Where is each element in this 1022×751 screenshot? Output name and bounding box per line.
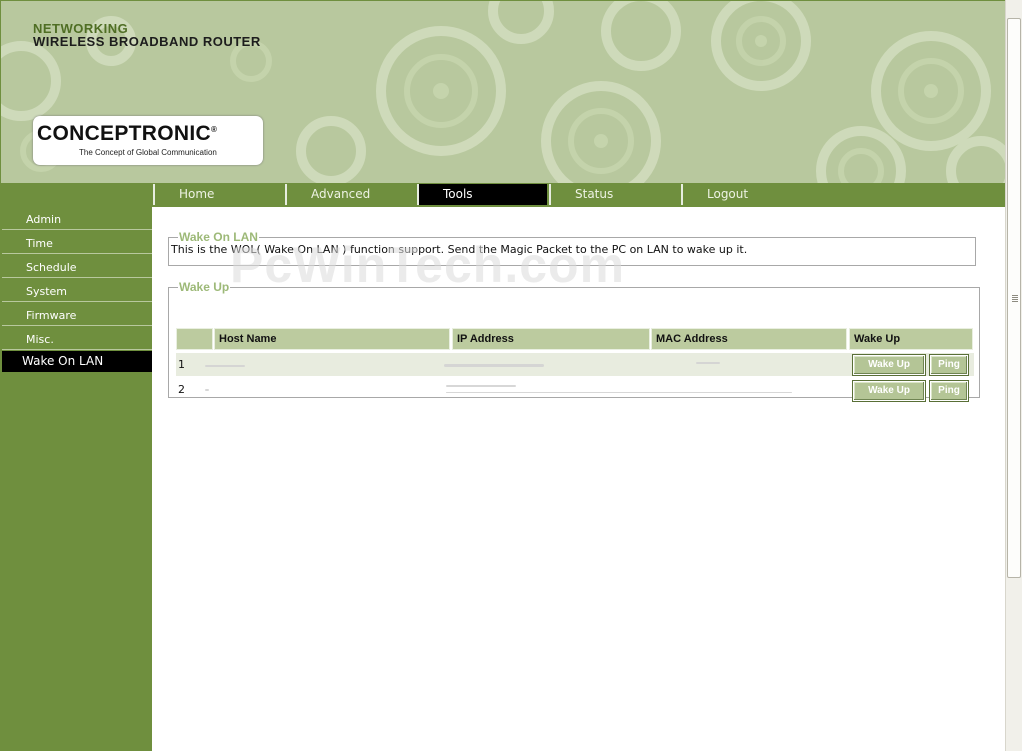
row-index: 2 [178,383,185,396]
vertical-scrollbar[interactable] [1005,0,1022,751]
column-header-index [176,328,213,350]
conceptronic-logo: CONCEPTRONIC® The Concept of Global Comm… [33,116,263,165]
grip-line [1012,299,1018,300]
tab-status[interactable]: Status [549,184,679,205]
wakeup-table: Host Name IP Address MAC Address Wake Up… [176,328,974,408]
row-index: 1 [178,358,185,371]
column-header-wake-up: Wake Up [849,328,973,350]
sidebar-item-time[interactable]: Time [2,233,152,254]
column-header-host-name: Host Name [214,328,450,350]
watermark: PcWinTech.com [230,237,626,293]
grip-line [1012,297,1018,298]
wakeup-legend: Wake Up [179,280,230,294]
wake-up-button[interactable]: Wake Up [852,354,926,376]
wake-up-button[interactable]: Wake Up [852,380,926,402]
redacted-mac-address [446,392,792,393]
ping-button[interactable]: Ping [929,380,969,402]
sidebar-item-system[interactable]: System [2,281,152,302]
page-header: NETWORKING WIRELESS BROADBAND ROUTER CON… [0,0,1005,183]
wakeup-fieldset: Wake Up Host Name IP Address MAC Address… [168,280,980,402]
tab-tools[interactable]: Tools [417,184,547,205]
column-header-ip-address: IP Address [452,328,650,350]
column-header-mac-address: MAC Address [651,328,847,350]
redacted-host-name [205,365,245,367]
scrollbar-thumb[interactable] [1007,18,1021,578]
redacted-host-name [205,389,209,391]
sidebar-item-misc[interactable]: Misc. [2,329,152,350]
sidebar-item-wake-on-lan[interactable]: Wake On LAN [2,351,152,372]
grip-line [1012,301,1018,302]
tab-home[interactable]: Home [153,184,283,205]
sidebar-item-firmware[interactable]: Firmware [2,305,152,326]
redacted-ip-address [444,364,544,367]
tab-advanced[interactable]: Advanced [285,184,415,205]
sidebar-item-schedule[interactable]: Schedule [2,257,152,278]
sidebar: Admin Time Schedule System Firmware Misc… [0,207,152,751]
redacted-ip-address [446,385,516,387]
tab-logout[interactable]: Logout [681,184,811,205]
grip-line [1012,295,1018,296]
logo-tagline: The Concept of Global Communication [79,148,217,157]
sidebar-item-admin[interactable]: Admin [2,209,152,230]
ping-button[interactable]: Ping [929,354,969,376]
top-nav: Home Advanced Tools Status Logout [0,183,1005,207]
brand-product: WIRELESS BROADBAND ROUTER [33,34,261,49]
logo-name: CONCEPTRONIC® [37,122,218,145]
redacted-mac-address [696,362,720,364]
